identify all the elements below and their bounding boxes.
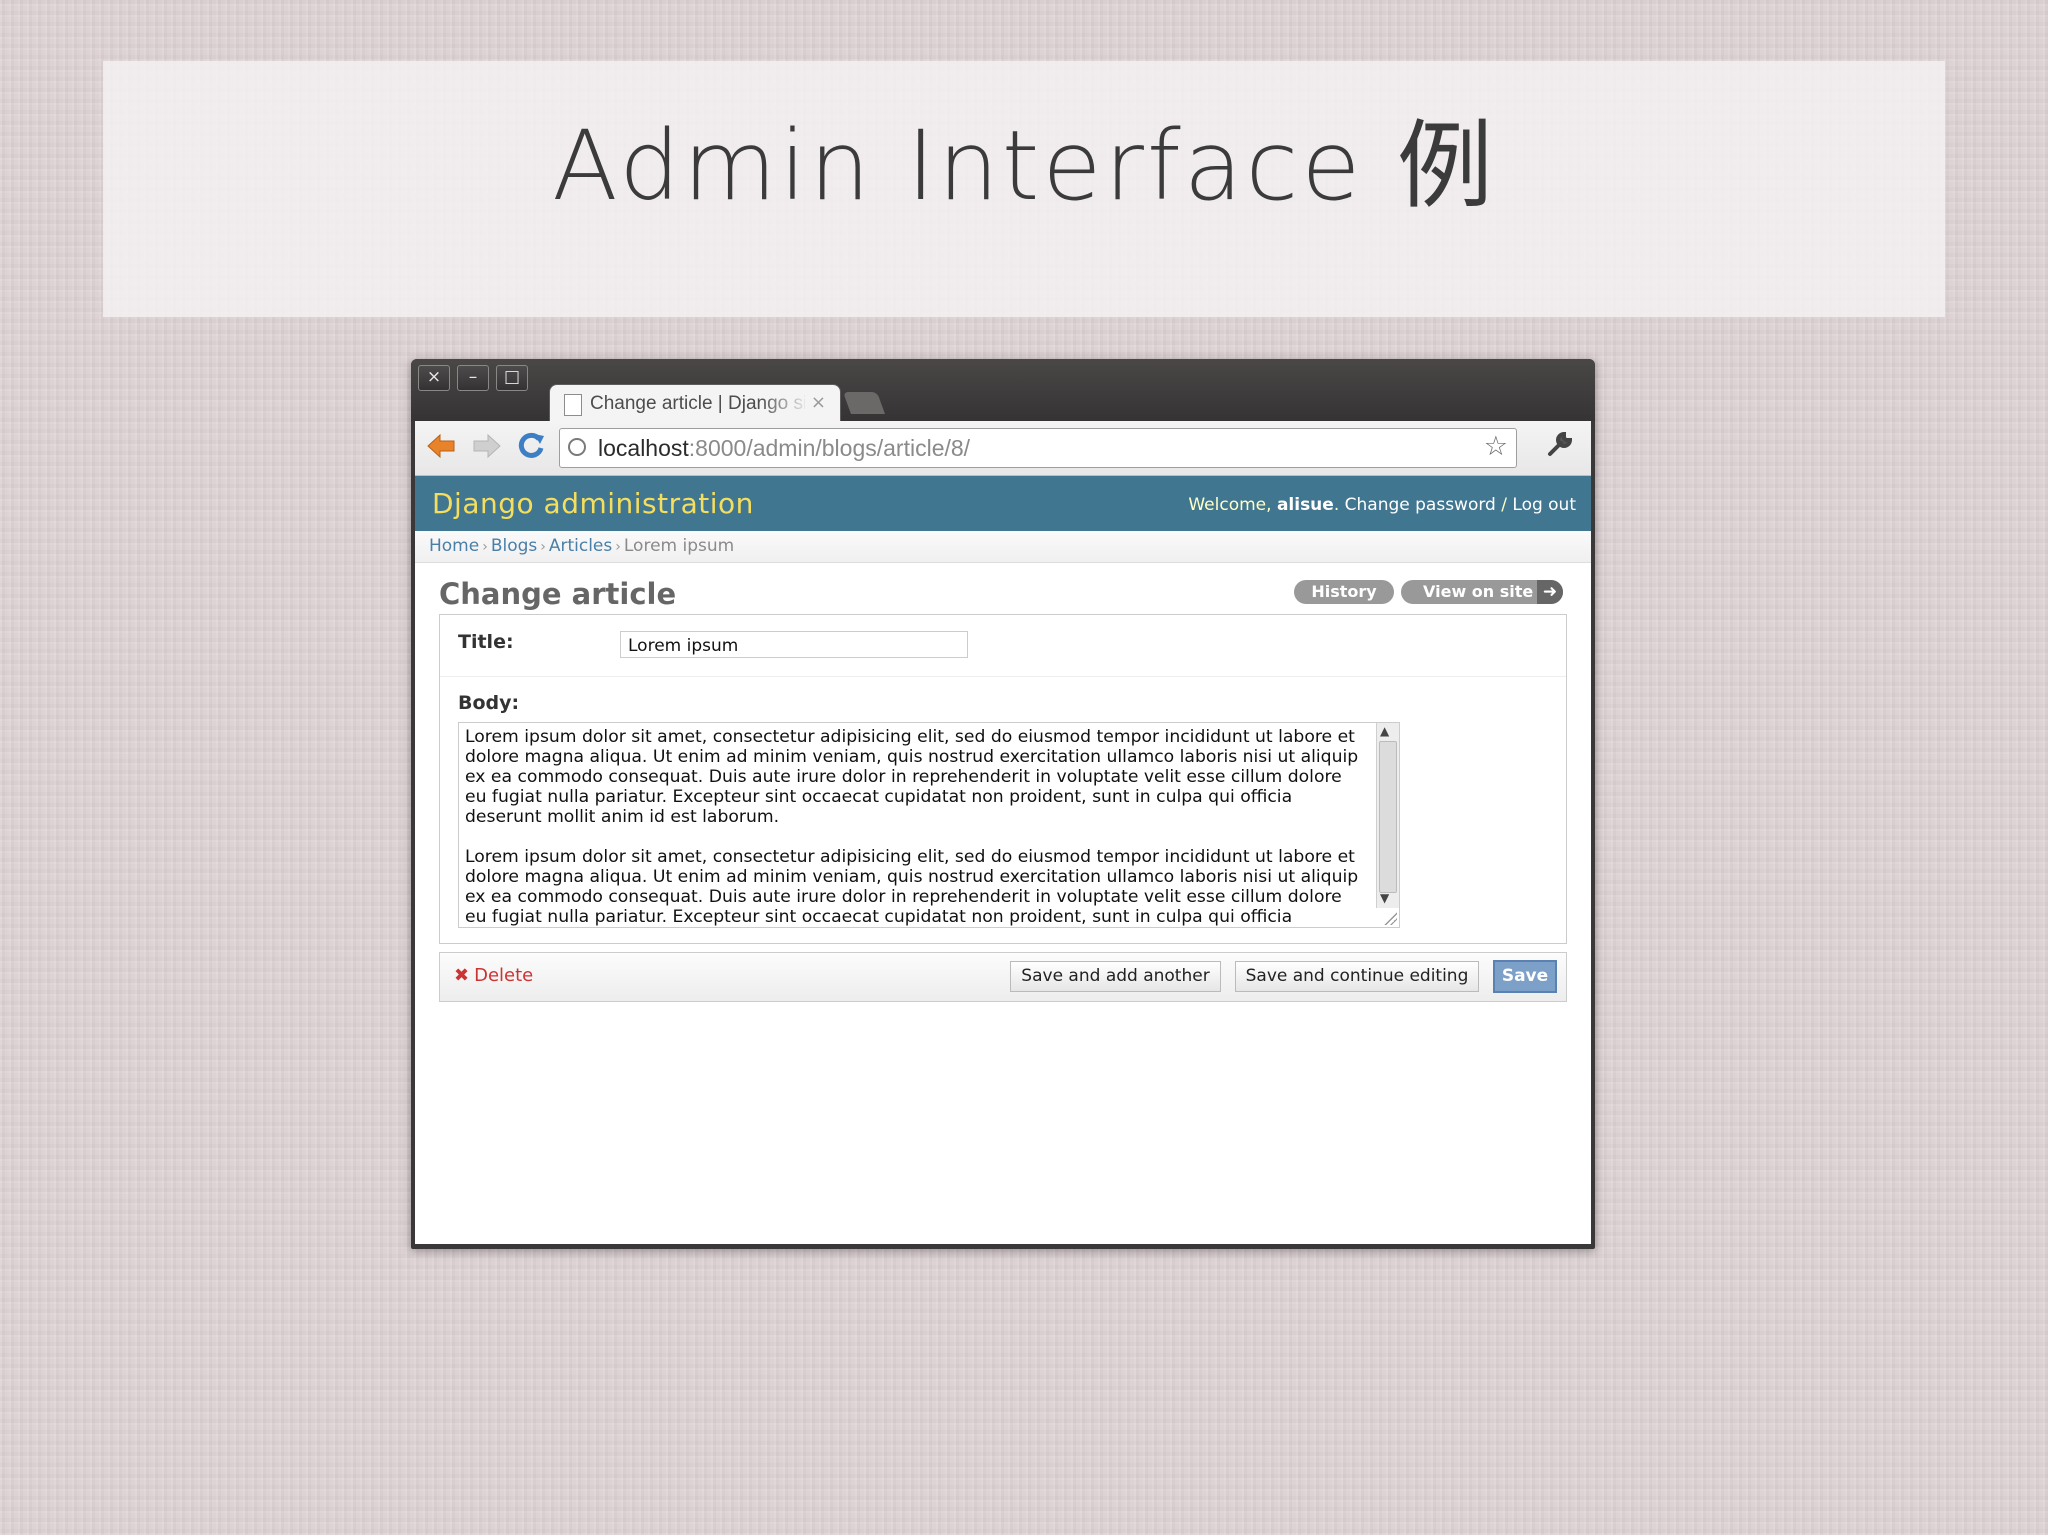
- view-on-site-button[interactable]: View on site ➜: [1401, 580, 1563, 604]
- delete-x-icon: ✖: [454, 965, 470, 986]
- welcome-suffix: .: [1333, 495, 1345, 515]
- back-arrow-icon[interactable]: [425, 430, 457, 469]
- save-button[interactable]: Save: [1493, 960, 1557, 993]
- site-name[interactable]: Django administration: [432, 487, 754, 520]
- delete-label: Delete: [474, 965, 534, 986]
- window-maximize-button[interactable]: □: [496, 365, 528, 391]
- welcome-text: Welcome,: [1188, 495, 1277, 515]
- submit-row: ✖ Delete Save and add another Save and co…: [439, 952, 1567, 1002]
- browser-window: × – □ Change article | Django site admin…: [411, 359, 1595, 1249]
- browser-tab[interactable]: Change article | Django site admin ×: [549, 384, 841, 423]
- scroll-up-icon[interactable]: ▲: [1380, 724, 1389, 738]
- scrollbar-thumb[interactable]: [1379, 741, 1397, 893]
- globe-icon: [568, 438, 586, 456]
- title-input[interactable]: Lorem ipsum: [620, 631, 968, 658]
- browser-titlebar: × – □ Change article | Django site admin…: [411, 359, 1595, 423]
- wrench-icon[interactable]: [1545, 429, 1575, 466]
- title-label: Title:: [458, 631, 514, 653]
- window-minimize-button[interactable]: –: [457, 365, 489, 391]
- address-bar[interactable]: localhost:8000/admin/blogs/article/8/ ☆: [559, 428, 1517, 468]
- tab-title-fade: [760, 391, 810, 417]
- history-button[interactable]: History: [1294, 580, 1394, 604]
- form-row-title: Title: Lorem ipsum: [440, 615, 1566, 677]
- star-icon[interactable]: ☆: [1484, 431, 1508, 462]
- page-viewport: Django administration Welcome, alisue. C…: [415, 476, 1591, 1244]
- address-url[interactable]: localhost:8000/admin/blogs/article/8/: [598, 435, 970, 462]
- window-close-button[interactable]: ×: [418, 365, 450, 391]
- breadcrumb-separator: ›: [482, 539, 488, 555]
- breadcrumb: Home › Blogs › Articles › Lorem ipsum: [415, 531, 1591, 563]
- user-tools-separator: /: [1495, 495, 1513, 515]
- user-tools: Welcome, alisue. Change password / Log o…: [1188, 495, 1576, 515]
- reload-icon[interactable]: [515, 430, 547, 469]
- save-and-continue-button[interactable]: Save and continue editing: [1235, 961, 1479, 992]
- forward-arrow-icon[interactable]: [471, 430, 503, 469]
- save-and-add-another-button[interactable]: Save and add another: [1010, 961, 1221, 992]
- new-tab-button[interactable]: [842, 392, 886, 414]
- textarea-scrollbar[interactable]: ▲ ▼: [1376, 723, 1399, 908]
- breadcrumb-current: Lorem ipsum: [623, 536, 735, 556]
- admin-header: Django administration Welcome, alisue. C…: [415, 476, 1591, 531]
- delete-link[interactable]: ✖ Delete: [454, 965, 533, 986]
- breadcrumb-articles[interactable]: Articles: [549, 536, 612, 556]
- view-on-site-label: View on site: [1423, 582, 1534, 601]
- resize-grip-icon[interactable]: [1383, 911, 1397, 925]
- tab-close-icon[interactable]: ×: [811, 392, 826, 413]
- log-out-link[interactable]: Log out: [1512, 495, 1576, 515]
- page-title: Change article: [439, 577, 677, 611]
- body-text: Lorem ipsum dolor sit amet, consectetur …: [465, 727, 1359, 927]
- breadcrumb-separator: ›: [615, 539, 621, 555]
- page-icon: [564, 394, 582, 416]
- arrow-right-icon: ➜: [1537, 580, 1563, 604]
- scroll-down-icon[interactable]: ▼: [1380, 891, 1389, 905]
- breadcrumb-separator: ›: [540, 539, 546, 555]
- browser-toolbar: localhost:8000/admin/blogs/article/8/ ☆: [415, 421, 1591, 476]
- change-password-link[interactable]: Change password: [1345, 495, 1496, 515]
- breadcrumb-home[interactable]: Home: [429, 536, 479, 556]
- body-textarea[interactable]: Lorem ipsum dolor sit amet, consectetur …: [458, 722, 1400, 928]
- breadcrumb-blogs[interactable]: Blogs: [491, 536, 537, 556]
- body-label: Body:: [458, 692, 520, 714]
- username: alisue: [1276, 495, 1334, 515]
- article-form-fieldset: Title: Lorem ipsum Body: Lorem ipsum dol…: [439, 614, 1567, 944]
- slide-title: Admin Interface 例: [552, 110, 1496, 222]
